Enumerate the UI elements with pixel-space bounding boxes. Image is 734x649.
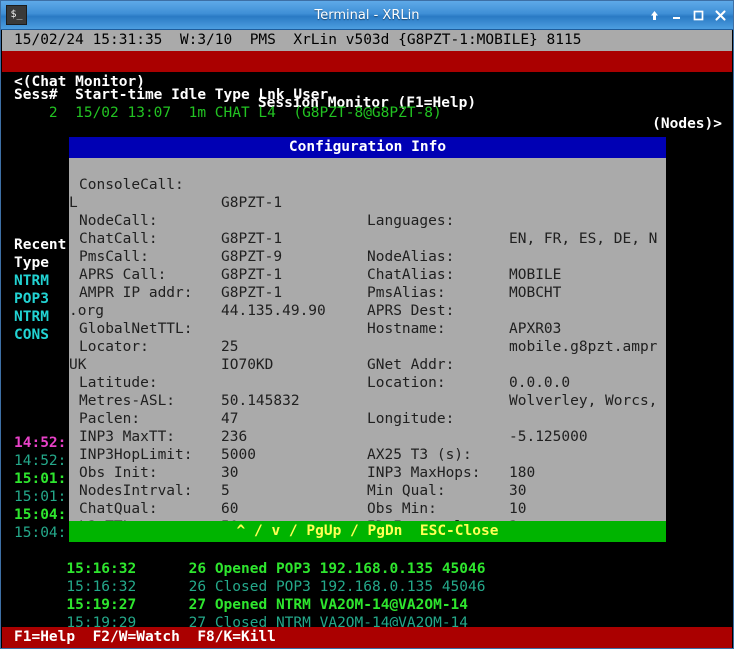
log-line[interactable]: 15:16:32 26 Opened POP3 192.168.0.135 45… [14,542,485,577]
sessions-table-row[interactable]: 2 15/02 13:07 1m CHAT L4 (G8PZT-8@G8PZT-… [14,104,442,122]
window-title: Terminal - XRLin [314,8,420,23]
config-label-right: Obs Min: [367,501,437,517]
config-row-wrap: UK [69,338,156,373]
config-row-wrap: .org [69,284,156,319]
log-line[interactable]: 15:19:29 27 Closed NTRM VA2OM-14@VA2OM-1… [14,596,468,631]
config-value-right: -5.125000 [509,429,588,445]
terminal-screen[interactable]: 15/02/24 15:31:35 W:3/10 PMS XrLin v503d… [2,30,732,648]
window-titlebar[interactable]: $_ Terminal - XRLin [1,1,733,30]
config-value-right: 30 [509,483,527,499]
config-row: ChatQual: 50 PmsQual: 0 [69,482,238,521]
config-row: ChatCall: G8PZT-9 ChatAlias: MOBCHT [69,212,561,301]
function-key-bar[interactable]: F1=Help F2/W=Watch F8/K=Kill [2,627,732,648]
session-monitor-menubar: <(Chat Monitor) Session Monitor (F1=Help… [2,51,732,132]
config-value-left: G8PZT-1 [221,285,283,301]
config-value-right: APXR03 [509,321,562,337]
config-label-right: NodeAlias: [367,249,455,265]
config-value-left: G8PZT-1 [221,231,283,247]
config-row: APRS Call: G8PZT-1 APRS Dest: APXR03 [69,248,561,337]
recent-type-2[interactable]: NTRM [14,308,49,326]
config-value-right: MOBCHT [509,285,562,301]
timestamp-0: 14:52: [14,435,67,451]
config-value-left: G8PZT-1 [221,267,283,283]
config-row: ConsoleCall: G8PZT-1 Languages: EN, FR, … [69,158,657,247]
recent-type-1[interactable]: POP3 [14,290,49,308]
recent-type-0[interactable]: NTRM [14,272,49,290]
config-row: Locator: IO70KD Location: Wolverley, Wor… [69,320,657,409]
config-row: Latitude: 50.145832 Longitude: -5.125000 [69,356,588,445]
config-label-right: Hostname: [367,321,446,337]
config-value-left: 47 [221,411,239,427]
config-value-left: G8PZT-1 [221,195,283,211]
close-button[interactable] [714,9,727,22]
config-value-right: 10 [509,501,527,517]
config-label-right: AX25 T3 (s): [367,447,472,463]
configuration-info-dialog[interactable]: Configuration Info ConsoleCall: G8PZT-1 … [69,137,666,542]
config-label-right: Min Qual: [367,483,446,499]
log-line[interactable]: 15:16:32 26 Closed POP3 192.168.0.135 45… [14,560,485,595]
config-row: Metres-ASL: 47 [69,374,238,427]
config-value-right: 0.0.0.0 [509,375,571,391]
type-heading: Type [14,255,49,271]
minimize-button[interactable] [670,9,683,22]
config-row: PmsCall: G8PZT-1 PmsAlias: [69,230,446,301]
timestamp-4: 15:04: [14,507,67,523]
shade-button[interactable] [648,9,661,22]
recent-type-3[interactable]: CONS [14,326,49,344]
config-value-right: mobile.g8pzt.ampr [509,339,658,355]
config-row: INP3 MaxTT: 5000 INP3 MaxHops: 30 [69,410,526,499]
config-value-left: 50.145832 [221,393,300,409]
terminal-window: $_ Terminal - XRLin 15/02/24 15:31:35 W:… [0,0,734,649]
config-value-right: MOBILE [509,267,562,283]
config-row: NodeCall: G8PZT-1 NodeAlias: MOBILE [69,194,561,283]
config-row-wrap: L [69,176,156,211]
status-bar: 15/02/24 15:31:35 W:3/10 PMS XrLin v503d… [2,30,732,51]
timestamp-5: 15:04: [14,525,67,541]
config-value-left: 236 [221,429,248,445]
sessions-table-header: Sess# Start-time Idle Type Lnk User [14,87,329,103]
maximize-button[interactable] [692,9,705,22]
dialog-footer-hints[interactable]: ^ / v / PgUp / PgDn ESC-Close [69,521,666,542]
recent-heading: Recent [14,237,67,253]
nodes-link[interactable]: (Nodes)> [652,114,722,135]
dialog-title: Configuration Info [69,137,666,158]
config-row: Paclen: 236 AX25 T3 (s): 180 [69,392,535,481]
config-label-right: Location: [367,375,446,391]
config-row: INP3HopLimit: 30 Min Qual: 10 [69,428,526,517]
config-value-left: 60 [221,501,239,517]
config-label-right: APRS Dest: [367,303,455,319]
config-label-right: Longitude: [367,411,455,427]
config-value-right: EN, FR, ES, DE, N [509,231,658,247]
config-value-right: 180 [509,465,536,481]
config-label-right: ChatAlias: [367,267,455,283]
timestamp-3: 15:01: [14,489,67,505]
window-controls [648,1,727,30]
config-value-left: 30 [221,465,239,481]
config-value-left: 44.135.49.90 [221,303,326,319]
config-value-left: 5 [221,483,230,499]
config-label-right: PmsAlias: [367,285,446,301]
config-row: L3 TTL: 25 Idletime (s): 600 [69,500,156,521]
config-row: GlobalNetTTL: 25 GNet Addr: 0.0.0.0 [69,302,570,391]
timestamp-2: 15:01: [14,471,67,487]
config-value-right: Wolverley, Worcs, [509,393,658,409]
config-row: AMPR IP addr: 44.135.49.90 Hostname: mob… [69,266,657,355]
log-line[interactable]: 15:19:27 27 Opened NTRM VA2OM-14@VA2OM-1… [14,578,468,613]
timestamp-1: 14:52: [14,453,67,469]
config-label-right: Languages: [367,213,455,229]
config-value-left: 25 [221,339,239,355]
config-value-left: IO70KD [221,357,274,373]
dialog-body[interactable]: ConsoleCall: G8PZT-1 Languages: EN, FR, … [69,158,666,521]
config-label-right: GNet Addr: [367,357,455,373]
config-label-right: INP3 MaxHops: [367,465,481,481]
config-row: Obs Init: 5 Obs Min: 3 [69,446,518,521]
config-value-left: 5000 [221,447,256,463]
config-value-left: G8PZT-9 [221,249,283,265]
config-row: NodesIntrval: 60 ID Interval: 15 [69,464,472,521]
